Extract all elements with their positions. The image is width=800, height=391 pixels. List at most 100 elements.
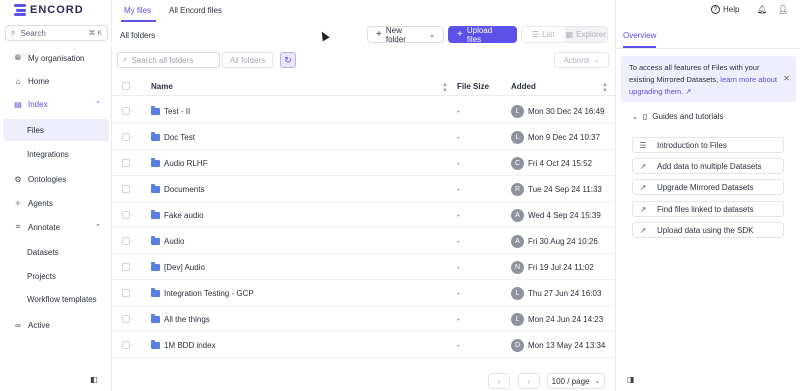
folder-name-cell[interactable]: Audio — [151, 228, 184, 254]
folder-name-cell[interactable]: Audio RLHF — [151, 150, 208, 176]
added-cell: L Thu 27 Jun 24 16:03 — [511, 280, 601, 306]
sidebar-item-agents[interactable]: ✧ Agents — [0, 192, 111, 214]
external-link-icon: ↗ — [639, 225, 647, 235]
guide-introduction-to-files[interactable]: ☰ Introduction to Files — [632, 137, 784, 153]
sidebar: ENCORD ⌕ Search ⌘ K 🌐︎ My organisation ⌂… — [0, 0, 112, 391]
row-checkbox[interactable] — [122, 254, 130, 280]
column-header-size[interactable]: File Size — [457, 76, 489, 96]
tab-bar: My files All Encord files — [112, 0, 615, 22]
table-row[interactable]: All the things - L Mon 24 Jun 24 14:23 — [112, 306, 615, 332]
table-row[interactable]: Doc Test - L Mon 9 Dec 24 10:37 — [112, 124, 615, 150]
row-checkbox[interactable] — [122, 332, 130, 358]
folder-name: 1M BDD index — [164, 340, 216, 350]
guide-upload-sdk[interactable]: ↗ Upload data using the SDK — [632, 222, 784, 238]
row-checkbox[interactable] — [122, 202, 130, 228]
encord-logo[interactable]: ENCORD — [14, 3, 84, 17]
guide-find-files[interactable]: ↗ Find files linked to datasets — [632, 201, 784, 217]
active-icon: ∞ — [15, 320, 21, 330]
sidebar-item-workflow-templates[interactable]: Workflow templates — [0, 288, 111, 310]
row-checkbox[interactable] — [122, 306, 130, 332]
sidebar-item-label: Active — [28, 320, 50, 330]
collapse-panel-icon[interactable]: ◨ — [627, 375, 635, 384]
next-page-button[interactable]: › — [518, 373, 540, 389]
row-checkbox[interactable] — [122, 124, 130, 150]
sidebar-item-projects[interactable]: Projects — [0, 265, 111, 287]
tab-all-encord-files[interactable]: All Encord files — [169, 6, 222, 15]
sort-icon[interactable]: ▲ ▼ — [442, 82, 448, 94]
view-list-toggle[interactable]: ☰ List — [522, 27, 565, 42]
breadcrumb[interactable]: All folders — [120, 31, 155, 40]
select-all-checkbox[interactable] — [122, 76, 130, 96]
actions-button[interactable]: Actions ⌄ — [554, 52, 609, 68]
new-folder-label: New folder — [385, 25, 406, 44]
overview-panel: Overview To access all features of Files… — [615, 0, 800, 391]
folder-search-input[interactable]: ⌕ Search all folders — [117, 52, 220, 68]
row-checkbox[interactable] — [122, 228, 130, 254]
help-button[interactable]: ? Help — [711, 5, 739, 14]
view-explorer-toggle[interactable]: ▦ Explorer — [564, 27, 607, 42]
prev-page-button[interactable]: ‹ — [488, 373, 510, 389]
table-row[interactable]: Audio - A Fri 30 Aug 24 10:26 — [112, 228, 615, 254]
folder-name-cell[interactable]: Documents — [151, 176, 204, 202]
tab-overview[interactable]: Overview — [623, 31, 656, 40]
row-checkbox[interactable] — [122, 150, 130, 176]
sidebar-item-my-organisation[interactable]: 🌐︎ My organisation — [0, 47, 111, 69]
user-icon[interactable]: 👤︎ — [778, 5, 788, 14]
external-link-icon: ↗ — [639, 204, 647, 214]
sidebar-item-index[interactable]: ▤ Index ⌃ — [0, 93, 111, 115]
avatar: D — [511, 338, 524, 352]
collapse-sidebar-icon[interactable]: ◧ — [90, 375, 100, 385]
file-size-cell: - — [457, 340, 460, 350]
notifications-icon[interactable]: 🔔︎ — [757, 5, 767, 14]
added-date: Mon 24 Jun 24 14:23 — [528, 314, 604, 324]
table-row[interactable]: 1M BDD index - D Mon 13 May 24 13:34 — [112, 332, 615, 358]
row-checkbox[interactable] — [122, 280, 130, 306]
scope-select[interactable]: All folders — [222, 52, 273, 68]
row-checkbox[interactable] — [122, 176, 130, 202]
guide-label: Upgrade Mirrored Datasets — [657, 182, 754, 192]
table-row[interactable]: Test - II - L Mon 30 Dec 24 16:49 — [112, 98, 615, 124]
folder-name-cell[interactable]: Doc Test — [151, 124, 195, 150]
new-folder-button[interactable]: + New folder ⌄ — [367, 25, 444, 44]
folder-name: Fake audio — [164, 210, 204, 220]
table-row[interactable]: Audio RLHF - C Fri 4 Oct 24 15:52 — [112, 150, 615, 176]
sidebar-item-active[interactable]: ∞ Active — [0, 314, 111, 336]
sidebar-item-home[interactable]: ⌂ Home — [0, 70, 111, 92]
table-row[interactable]: Fake audio - A Wed 4 Sep 24 15:39 — [112, 202, 615, 228]
sidebar-item-files[interactable]: Files — [3, 119, 109, 141]
sidebar-search[interactable]: ⌕ Search ⌘ K — [5, 25, 108, 41]
folder-icon — [151, 339, 160, 349]
plus-icon: + — [457, 29, 463, 40]
sort-icon[interactable]: ▲ ▼ — [602, 82, 608, 94]
tab-my-files[interactable]: My files — [124, 6, 151, 15]
table-row[interactable]: [Dev] Audio - N Fri 19 Jul 24 11:02 — [112, 254, 615, 280]
close-icon[interactable]: ✕ — [783, 73, 790, 85]
refresh-icon[interactable]: ↻ — [280, 52, 296, 68]
guides-header[interactable]: ⌄ ▯ Guides and tutorials — [632, 112, 723, 121]
column-header-name[interactable]: Name — [151, 76, 173, 96]
folder-name-cell[interactable]: 1M BDD index — [151, 332, 216, 358]
upload-files-button[interactable]: + Upload files — [448, 26, 517, 44]
guide-upgrade-mirrored[interactable]: ↗ Upgrade Mirrored Datasets — [632, 179, 784, 195]
guide-add-data[interactable]: ↗ Add data to multiple Datasets — [632, 158, 784, 174]
sidebar-item-annotate[interactable]: ⌗ Annotate ⌃ — [0, 216, 111, 238]
folder-name-cell[interactable]: All the things — [151, 306, 210, 332]
sidebar-item-integrations[interactable]: Integrations — [0, 143, 111, 165]
folder-name-cell[interactable]: [Dev] Audio — [151, 254, 205, 280]
table-row[interactable]: Documents - R Tue 24 Sep 24 11:33 — [112, 176, 615, 202]
sidebar-item-datasets[interactable]: Datasets — [0, 241, 111, 263]
folder-name-cell[interactable]: Test - II — [151, 98, 190, 124]
avatar: A — [511, 234, 524, 248]
sidebar-item-label: Home — [28, 76, 50, 86]
table-row[interactable]: Integration Testing - GCP - L Thu 27 Jun 24… — [112, 280, 615, 306]
view-toggle: ☰ List ▦ Explorer — [521, 26, 608, 43]
chevron-up-icon: ⌃ — [95, 101, 101, 108]
sidebar-item-ontologies[interactable]: ⚙ Ontologies — [0, 168, 111, 190]
page-size-select[interactable]: 100 / page ⌄ — [547, 373, 605, 389]
folder-name: Documents — [164, 184, 205, 194]
row-checkbox[interactable] — [122, 98, 130, 124]
folder-name-cell[interactable]: Fake audio — [151, 202, 204, 228]
folder-name-cell[interactable]: Integration Testing - GCP — [151, 280, 254, 306]
mouse-cursor-icon — [318, 29, 330, 42]
column-header-added[interactable]: Added — [511, 76, 536, 96]
